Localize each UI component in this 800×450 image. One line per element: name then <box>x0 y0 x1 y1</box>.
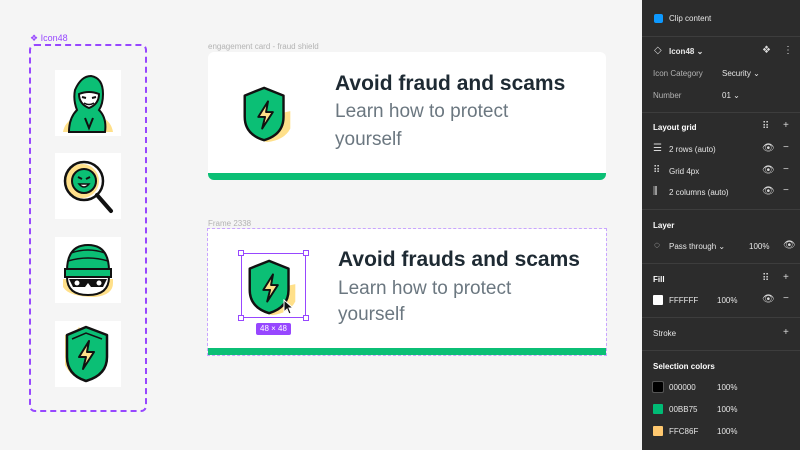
blend-mode-select[interactable]: Pass through ⌄ <box>669 242 725 251</box>
icon-variant-shield[interactable] <box>55 321 121 387</box>
add-grid-icon[interactable]: + <box>783 121 789 131</box>
fill-hex[interactable]: FFFFFF <box>669 296 698 305</box>
canvas[interactable]: ❖ Icon48 engagement card - fraud shield … <box>0 0 642 450</box>
clip-content-label: Clip content <box>669 14 712 23</box>
resize-handle-tl[interactable] <box>238 250 244 256</box>
properties-panel: Clip content ◇ Icon48 ⌄ ❖ ⋮ Icon Categor… <box>642 0 800 450</box>
selection-color-opacity[interactable]: 100% <box>717 405 737 414</box>
divider <box>642 317 800 318</box>
grid-icon: ⠿ <box>653 165 661 176</box>
grid-item[interactable]: 2 rows (auto) <box>669 145 716 154</box>
card-subtitle-line2: yourself <box>338 304 405 325</box>
grid-styles-icon[interactable]: ⠿ <box>762 122 769 132</box>
search-face-icon <box>63 160 113 213</box>
fill-swatch[interactable] <box>653 295 663 305</box>
add-fill-icon[interactable]: + <box>783 273 789 283</box>
category-select[interactable]: Security ⌄ <box>722 69 760 78</box>
clip-content-checkbox[interactable] <box>654 14 663 23</box>
remove-icon[interactable]: − <box>783 143 789 153</box>
selection-color-opacity[interactable]: 100% <box>717 427 737 436</box>
columns-grid-icon: ⫼ <box>653 186 658 197</box>
eye-icon[interactable]: 👁 <box>762 187 775 197</box>
icon-variant-hacker[interactable] <box>55 70 121 136</box>
remove-icon[interactable]: − <box>783 186 789 196</box>
layer-title: Layer <box>653 221 675 230</box>
engagement-card[interactable]: Avoid fraud and scams Learn how to prote… <box>208 52 606 180</box>
divider <box>642 36 800 37</box>
card-title: Avoid fraud and scams <box>335 72 566 95</box>
card-accent-bar <box>208 173 606 180</box>
card-accent-bar <box>208 348 606 355</box>
layer-opacity[interactable]: 100% <box>749 242 769 251</box>
card-subtitle-line2: yourself <box>335 129 402 150</box>
selection-color-hex[interactable]: 000000 <box>669 383 696 392</box>
selection-size-badge: 48 × 48 <box>256 323 291 335</box>
icon-variant-burglar[interactable] <box>55 237 121 303</box>
card-subtitle-line1: Learn how to protect <box>338 278 512 299</box>
color-swatch-yellow[interactable] <box>653 426 663 436</box>
selection-colors-title: Selection colors <box>653 362 715 371</box>
eye-icon[interactable]: 👁 <box>762 295 775 305</box>
divider <box>642 350 800 351</box>
selection-color-hex[interactable]: FFC86F <box>669 427 698 436</box>
burglar-icon <box>63 243 113 297</box>
eye-icon[interactable]: 👁 <box>762 166 775 176</box>
number-value: 01 <box>722 91 731 100</box>
shield-bolt-icon <box>65 325 109 383</box>
component-label-text: Icon48 <box>40 33 68 43</box>
stroke-title: Stroke <box>653 329 677 338</box>
fill-opacity[interactable]: 100% <box>717 296 737 305</box>
frame-label-card2[interactable]: Frame 2338 <box>208 219 251 228</box>
card-subtitle-line1: Learn how to protect <box>335 101 509 122</box>
blend-mode-icon: ◌ <box>654 240 660 251</box>
divider <box>642 112 800 113</box>
component-name[interactable]: Icon48 ⌄ <box>669 47 703 56</box>
card-title: Avoid frauds and scams <box>338 248 580 271</box>
grid-item[interactable]: 2 columns (auto) <box>669 188 729 197</box>
component-label[interactable]: ❖ Icon48 <box>30 33 68 44</box>
blend-mode-value: Pass through <box>669 242 717 251</box>
resize-handle-bl[interactable] <box>238 315 244 321</box>
category-value: Security <box>722 69 751 78</box>
hacker-icon <box>63 74 113 133</box>
component-detach-icon[interactable]: ❖ <box>762 46 771 56</box>
fill-styles-icon[interactable]: ⠿ <box>762 274 769 284</box>
color-swatch-black[interactable] <box>652 381 664 393</box>
number-label: Number <box>653 91 682 100</box>
remove-icon[interactable]: − <box>783 294 789 304</box>
shield-bolt-icon <box>243 86 291 143</box>
frame-label-card1[interactable]: engagement card - fraud shield <box>208 42 319 51</box>
resize-handle-br[interactable] <box>303 315 309 321</box>
eye-icon[interactable]: 👁 <box>762 144 775 154</box>
selection-color-opacity[interactable]: 100% <box>717 383 737 392</box>
number-select[interactable]: 01 ⌄ <box>722 91 740 100</box>
more-options-icon[interactable]: ⋮ <box>783 46 793 56</box>
resize-handle-tr[interactable] <box>303 250 309 256</box>
remove-icon[interactable]: − <box>783 165 789 175</box>
layout-grid-title: Layout grid <box>653 123 697 132</box>
component-icon: ◇ <box>654 45 662 56</box>
color-swatch-green[interactable] <box>653 404 663 414</box>
rows-grid-icon: ☰ <box>653 143 662 154</box>
selection-box[interactable] <box>241 253 306 318</box>
grid-item[interactable]: Grid 4px <box>669 167 699 176</box>
add-stroke-icon[interactable]: + <box>783 328 789 338</box>
divider <box>642 263 800 264</box>
selection-color-hex[interactable]: 00BB75 <box>669 405 697 414</box>
fill-title: Fill <box>653 275 665 284</box>
eye-icon[interactable]: 👁 <box>783 241 796 251</box>
cursor-icon <box>283 299 295 315</box>
category-label: Icon Category <box>653 69 703 78</box>
divider <box>642 209 800 210</box>
icon-variant-search[interactable] <box>55 153 121 219</box>
component-name-text: Icon48 <box>669 47 695 56</box>
